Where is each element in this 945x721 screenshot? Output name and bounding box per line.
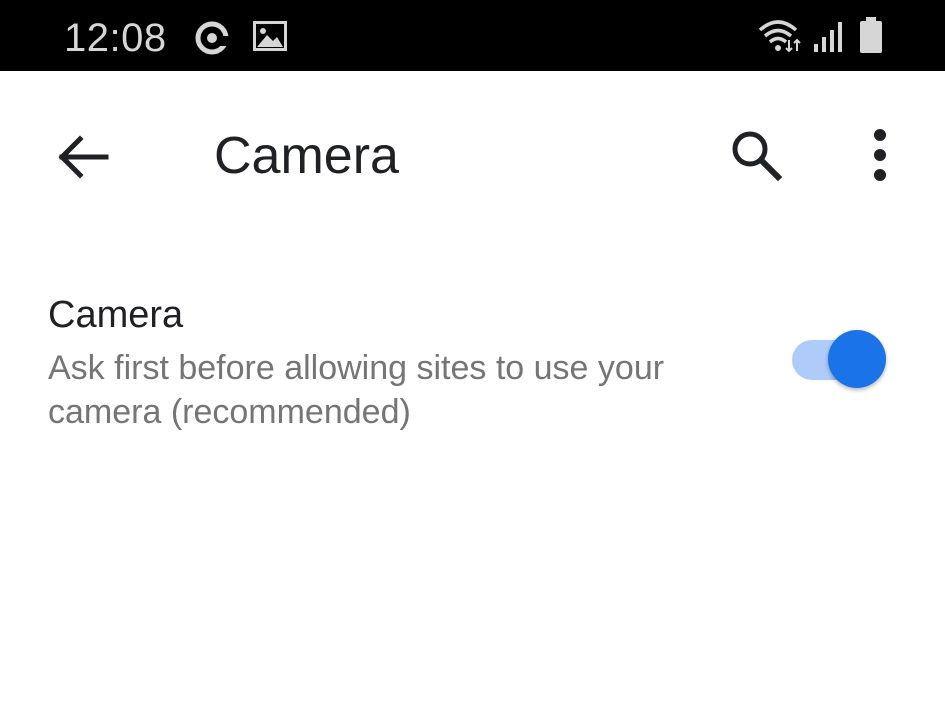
image-notification-icon (252, 20, 288, 57)
toolbar: Camera (0, 71, 945, 241)
screen: 12:08 Camera Camera Ask first before all… (0, 0, 945, 721)
search-icon (728, 127, 784, 188)
setting-title: Camera (48, 294, 184, 336)
at-sign-notification-icon (192, 20, 234, 61)
more-options-button[interactable] (852, 123, 908, 191)
status-bar: 12:08 (0, 0, 945, 71)
camera-toggle-switch[interactable] (790, 328, 890, 392)
more-vertical-icon (872, 127, 888, 188)
status-time: 12:08 (64, 16, 167, 60)
search-button[interactable] (722, 123, 790, 191)
back-button[interactable] (50, 127, 114, 191)
page-title: Camera (214, 127, 399, 185)
arrow-left-icon (54, 132, 110, 187)
cellular-signal-icon (812, 18, 844, 59)
wifi-icon (758, 18, 808, 59)
setting-summary: Ask first before allowing sites to use y… (48, 349, 665, 431)
battery-icon (858, 16, 884, 59)
toggle-thumb (828, 330, 886, 388)
camera-setting-row[interactable]: Camera Ask first before allowing sites t… (0, 280, 945, 440)
